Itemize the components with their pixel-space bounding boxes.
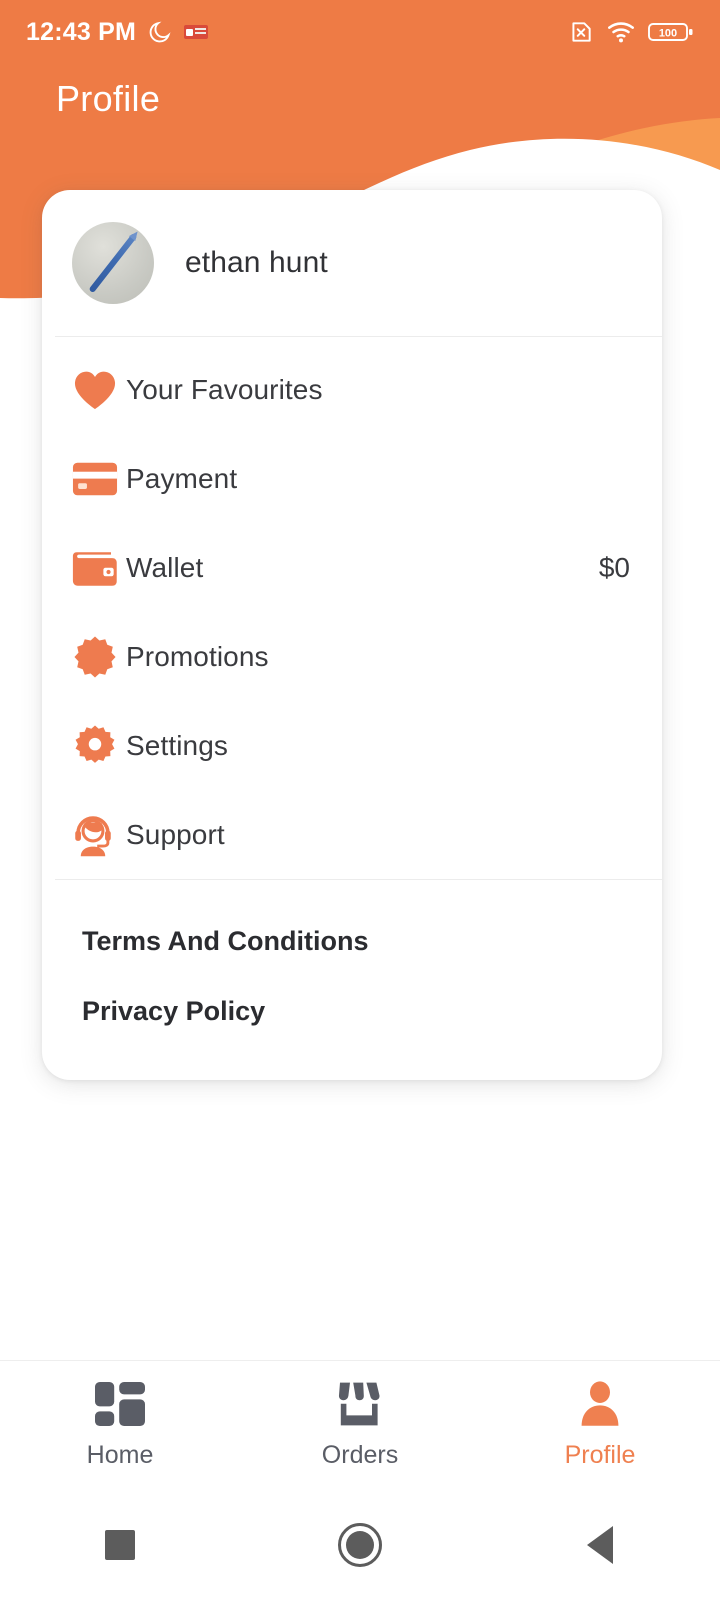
nav-tab-profile[interactable]: Profile [480,1381,720,1470]
notification-badge-icon [184,25,208,39]
profile-header-row[interactable]: ethan hunt [42,190,662,336]
battery-level-text: 100 [659,27,677,39]
gear-icon [72,724,126,768]
back-button[interactable] [480,1526,720,1564]
crescent-moon-icon [148,20,172,44]
profile-menu-list: Your Favourites Payment Wallet $0 Promot… [42,337,662,879]
person-icon [574,1381,626,1432]
status-bar-right: 100 [568,19,694,45]
home-button[interactable] [240,1523,480,1567]
avatar-photo-content [88,232,138,294]
menu-item-wallet[interactable]: Wallet $0 [42,523,662,612]
menu-item-payment[interactable]: Payment [42,434,662,523]
battery-icon: 100 [648,20,694,44]
menu-item-label: Your Favourites [126,373,323,405]
avatar[interactable] [72,222,154,304]
wallet-icon [72,548,126,588]
menu-item-your-favourites[interactable]: Your Favourites [42,345,662,434]
profile-name: ethan hunt [185,246,328,279]
recents-square-icon [105,1530,135,1560]
page-title: Profile [56,78,161,119]
menu-item-label: Payment [126,462,238,494]
menu-item-label: Wallet [126,551,204,583]
home-circle-icon [338,1523,382,1567]
wallet-balance: $0 [598,551,630,583]
sim-disabled-icon [568,19,594,45]
menu-item-label: Support [126,818,225,850]
menu-item-label: Settings [126,729,228,761]
nav-tab-label: Orders [321,1441,399,1469]
menu-item-label: Promotions [126,640,269,672]
status-bar-clock: 12:43 PM [26,17,136,46]
nav-tab-home[interactable]: Home [0,1381,240,1470]
recents-button[interactable] [0,1530,240,1560]
menu-item-support[interactable]: Support [42,790,662,879]
legal-link-terms[interactable]: Terms And Conditions [42,906,662,976]
storefront-icon [334,1381,386,1432]
status-bar-left: 12:43 PM [26,18,208,47]
nav-tab-orders[interactable]: Orders [240,1381,480,1470]
legal-links: Terms And Conditions Privacy Policy [42,880,662,1080]
status-bar: 12:43 PM 100 [0,0,720,64]
profile-card: ethan hunt Your Favourites Payment Walle… [42,190,662,1080]
menu-item-promotions[interactable]: Promotions [42,612,662,701]
menu-item-settings[interactable]: Settings [42,701,662,790]
headset-agent-icon [72,813,126,857]
back-triangle-icon [587,1526,613,1564]
nav-tab-label: Profile [564,1441,636,1469]
bottom-navigation-bar: Home Orders Profile [0,1360,720,1490]
android-system-nav [0,1490,720,1600]
wifi-icon [607,20,635,44]
heart-icon [72,369,126,411]
credit-card-icon [72,461,126,497]
profile-screen: 12:43 PM 100 Profile ethan hunt Your Fav… [0,0,720,1600]
badge-burst-icon [72,635,126,679]
nav-tab-label: Home [86,1441,154,1469]
legal-link-privacy[interactable]: Privacy Policy [42,976,662,1046]
dashboard-grid-icon [94,1381,146,1432]
